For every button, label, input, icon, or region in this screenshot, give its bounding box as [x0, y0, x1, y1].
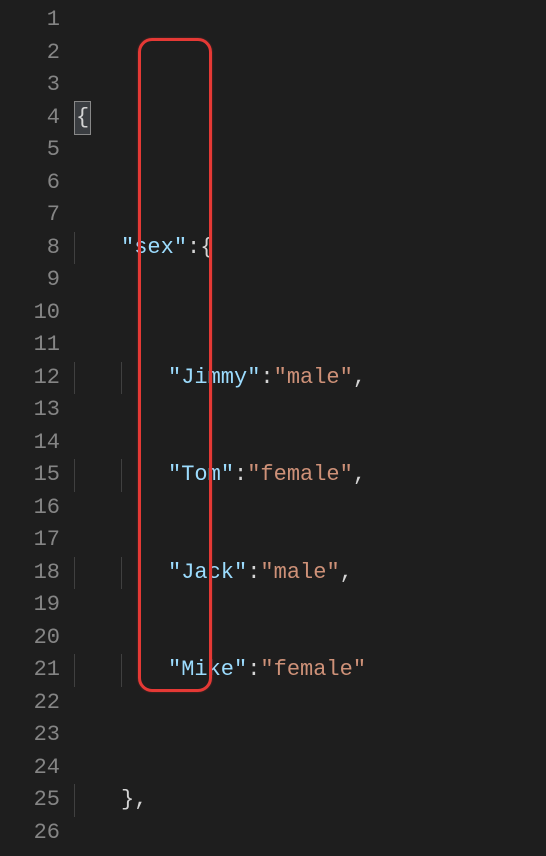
line-number: 12	[0, 362, 60, 395]
json-key: "sex"	[121, 232, 187, 265]
line-number: 21	[0, 654, 60, 687]
json-string: "male"	[260, 557, 339, 590]
code-line[interactable]: {	[74, 102, 546, 135]
json-key: "Jimmy"	[168, 362, 260, 395]
line-number: 13	[0, 394, 60, 427]
line-number: 17	[0, 524, 60, 557]
line-number: 6	[0, 167, 60, 200]
line-number: 19	[0, 589, 60, 622]
line-number: 15	[0, 459, 60, 492]
json-key: "Tom"	[168, 459, 234, 492]
line-number: 3	[0, 69, 60, 102]
line-number: 10	[0, 297, 60, 330]
line-number: 7	[0, 199, 60, 232]
json-string: "female"	[247, 459, 353, 492]
line-number: 11	[0, 329, 60, 362]
json-string: "female"	[260, 654, 366, 687]
line-number: 26	[0, 817, 60, 850]
line-number: 5	[0, 134, 60, 167]
line-number: 22	[0, 687, 60, 720]
json-key: "Mike"	[168, 654, 247, 687]
code-line[interactable]: "Jack":"male",	[74, 557, 546, 590]
code-area[interactable]: { "sex":{ "Jimmy":"male", "Tom":"female"…	[74, 0, 546, 856]
line-number: 25	[0, 784, 60, 817]
line-number: 1	[0, 4, 60, 37]
line-number: 14	[0, 427, 60, 460]
code-line[interactable]: },	[74, 784, 546, 817]
line-number-gutter: 1 2 3 4 5 6 7 8 9 10 11 12 13 14 15 16 1…	[0, 0, 74, 856]
line-number: 23	[0, 719, 60, 752]
code-line[interactable]: "Jimmy":"male",	[74, 362, 546, 395]
json-string: "male"	[274, 362, 353, 395]
line-number: 18	[0, 557, 60, 590]
code-line[interactable]: "Tom":"female",	[74, 459, 546, 492]
line-number: 16	[0, 492, 60, 525]
code-editor[interactable]: 1 2 3 4 5 6 7 8 9 10 11 12 13 14 15 16 1…	[0, 0, 546, 856]
code-line[interactable]: "Mike":"female"	[74, 654, 546, 687]
line-number: 20	[0, 622, 60, 655]
line-number: 24	[0, 752, 60, 785]
line-number: 8	[0, 232, 60, 265]
close-brace-icon: },	[121, 784, 147, 817]
line-number: 2	[0, 37, 60, 70]
line-number: 4	[0, 102, 60, 135]
code-line[interactable]: "sex":{	[74, 232, 546, 265]
json-key: "Jack"	[168, 557, 247, 590]
open-brace-icon: {	[74, 101, 91, 136]
line-number: 9	[0, 264, 60, 297]
